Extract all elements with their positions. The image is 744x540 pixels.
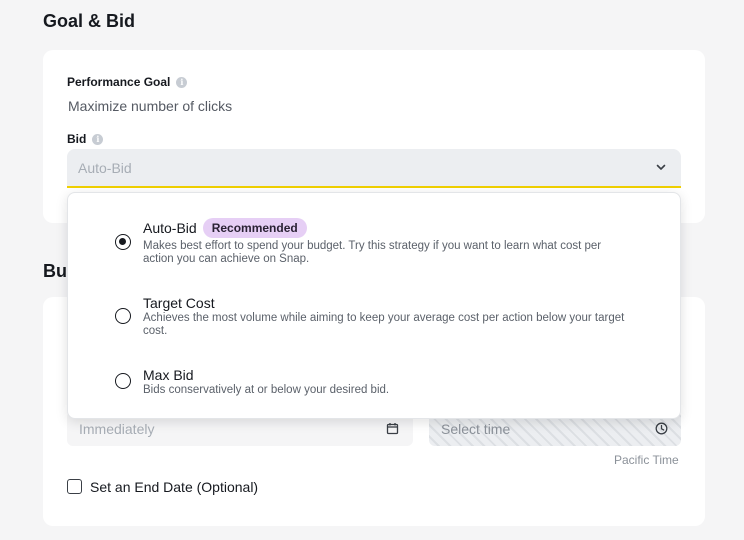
- auto-bid-title: Auto-Bid Recommended: [143, 218, 307, 238]
- bid-dropdown-menu: Auto-Bid Recommended Makes best effort t…: [67, 192, 681, 419]
- end-date-checkbox-label[interactable]: Set an End Date (Optional): [90, 479, 258, 495]
- target-cost-title: Target Cost: [143, 295, 215, 311]
- timezone-label: Pacific Time: [614, 453, 679, 467]
- bid-option-auto-bid[interactable]: Auto-Bid Recommended Makes best effort t…: [68, 193, 680, 273]
- start-time-placeholder: Select time: [441, 420, 511, 437]
- bid-option-max-bid[interactable]: Max Bid Bids conservatively at or below …: [68, 361, 680, 406]
- max-bid-radio[interactable]: [115, 373, 131, 389]
- info-icon[interactable]: i: [92, 133, 104, 145]
- target-cost-description: Achieves the most volume while aiming to…: [143, 312, 625, 337]
- auto-bid-radio[interactable]: [115, 234, 131, 250]
- target-cost-radio[interactable]: [115, 308, 131, 324]
- budget-section-title: Bu: [43, 261, 67, 281]
- info-icon[interactable]: i: [176, 76, 188, 88]
- max-bid-description: Bids conservatively at or below your des…: [143, 384, 390, 396]
- performance-goal-label: Performance Goal i: [67, 75, 188, 89]
- recommended-badge: Recommended: [202, 218, 307, 238]
- bid-label-text: Bid: [67, 132, 87, 146]
- calendar-icon[interactable]: [386, 422, 399, 435]
- performance-goal-value: Maximize number of clicks: [68, 98, 233, 114]
- clock-icon[interactable]: [655, 422, 668, 435]
- end-date-checkbox[interactable]: [67, 479, 82, 494]
- start-date-placeholder: Immediately: [79, 420, 155, 437]
- auto-bid-title-text: Auto-Bid: [143, 220, 197, 236]
- performance-goal-label-text: Performance Goal: [67, 75, 171, 89]
- bid-option-target-cost[interactable]: Target Cost Achieves the most volume whi…: [68, 288, 680, 348]
- goal-bid-title: Goal & Bid: [43, 11, 136, 31]
- chevron-down-icon[interactable]: [655, 161, 667, 173]
- max-bid-title: Max Bid: [143, 367, 194, 383]
- bid-select[interactable]: Auto-Bid: [67, 149, 681, 188]
- bid-select-placeholder: Auto-Bid: [78, 159, 132, 176]
- bid-label: Bid i: [67, 132, 104, 146]
- auto-bid-description: Makes best effort to spend your budget. …: [143, 240, 602, 265]
